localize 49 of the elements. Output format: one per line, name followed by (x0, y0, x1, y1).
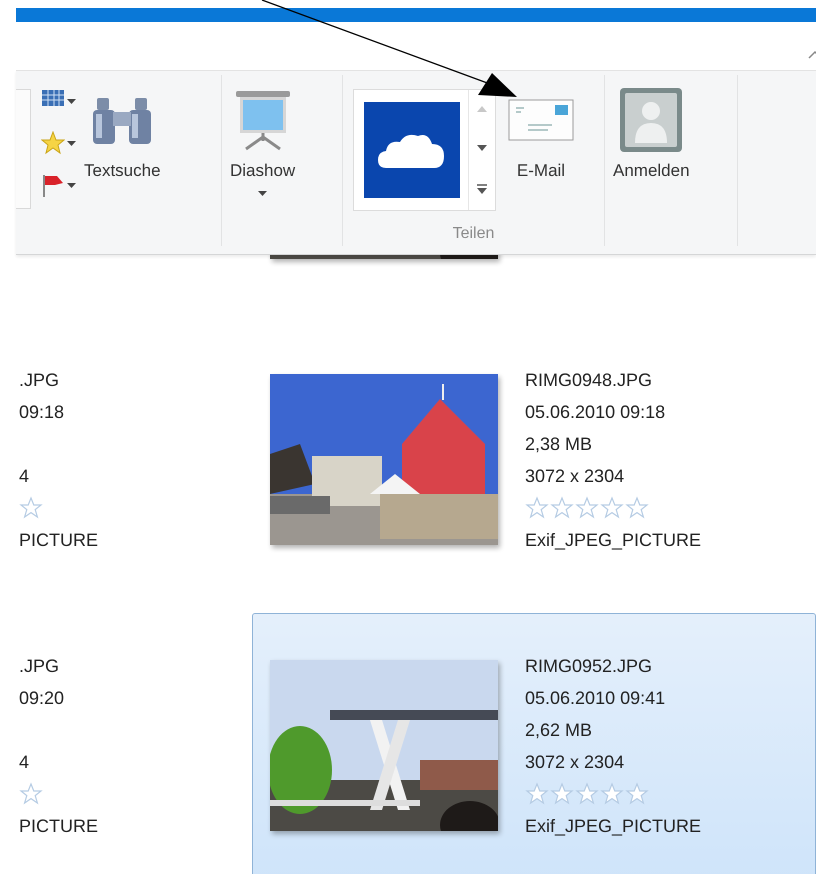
projection-screen-icon (234, 89, 292, 151)
star-icon (19, 782, 43, 806)
email-button[interactable]: E-Mail (500, 85, 582, 185)
person-icon (619, 87, 684, 153)
image-dimensions: 3072 x 2304 (525, 465, 626, 488)
caret-icon (67, 182, 76, 188)
star-icon (41, 131, 65, 155)
group-label: Teilen (452, 224, 496, 244)
file-name: .JPG (19, 655, 60, 678)
star-icon (19, 496, 43, 520)
star-icon (600, 496, 624, 520)
file-date: 05.06.2010 09:41 (525, 687, 666, 710)
file-date: 09:20 (19, 687, 66, 710)
flag-icon (41, 173, 65, 197)
signin-button[interactable]: Anmelden (605, 85, 698, 185)
file-name: RIMG0948.JPG (525, 369, 654, 392)
file-name: .JPG (19, 369, 60, 392)
file-date: 05.06.2010 09:18 (525, 401, 666, 424)
caret-icon (67, 98, 76, 104)
toolbar-button[interactable] (41, 131, 76, 155)
image-dimensions: 4 (19, 465, 30, 488)
file-type: Exif_JPEG_PICTURE (525, 815, 702, 838)
star-icon (625, 782, 649, 806)
envelope-icon (508, 99, 574, 141)
file-type: PICTURE (19, 529, 98, 552)
caret-icon (67, 140, 76, 146)
more-icon[interactable] (477, 184, 487, 194)
star-icon (525, 496, 549, 520)
file-item[interactable]: RIMG0952.JPG 05.06.2010 09:41 2,62 MB 3072 x 2304 Exif_JPEG_PICTURE (252, 613, 816, 874)
file-date: 09:18 (19, 401, 66, 424)
toolbar-button[interactable] (41, 173, 76, 197)
image-dimensions: 4 (19, 751, 30, 774)
scroll-down-icon[interactable] (477, 144, 487, 151)
image-dimensions: 3072 x 2304 (525, 751, 626, 774)
file-size: 2,38 MB (525, 433, 594, 456)
star-icon (550, 782, 574, 806)
file-name: RIMG0952.JPG (525, 655, 654, 678)
star-icon (575, 496, 599, 520)
star-icon (575, 782, 599, 806)
file-type: Exif_JPEG_PICTURE (525, 529, 702, 552)
file-size: 2,62 MB (525, 719, 594, 742)
star-icon (600, 782, 624, 806)
star-icon (525, 782, 549, 806)
cloud-tile-icon[interactable] (364, 102, 460, 198)
file-type: PICTURE (19, 815, 98, 838)
star-icon (625, 496, 649, 520)
search-button[interactable]: Textsuche (76, 85, 169, 185)
slideshow-button[interactable]: Diashow (222, 85, 304, 200)
star-icon (550, 496, 574, 520)
